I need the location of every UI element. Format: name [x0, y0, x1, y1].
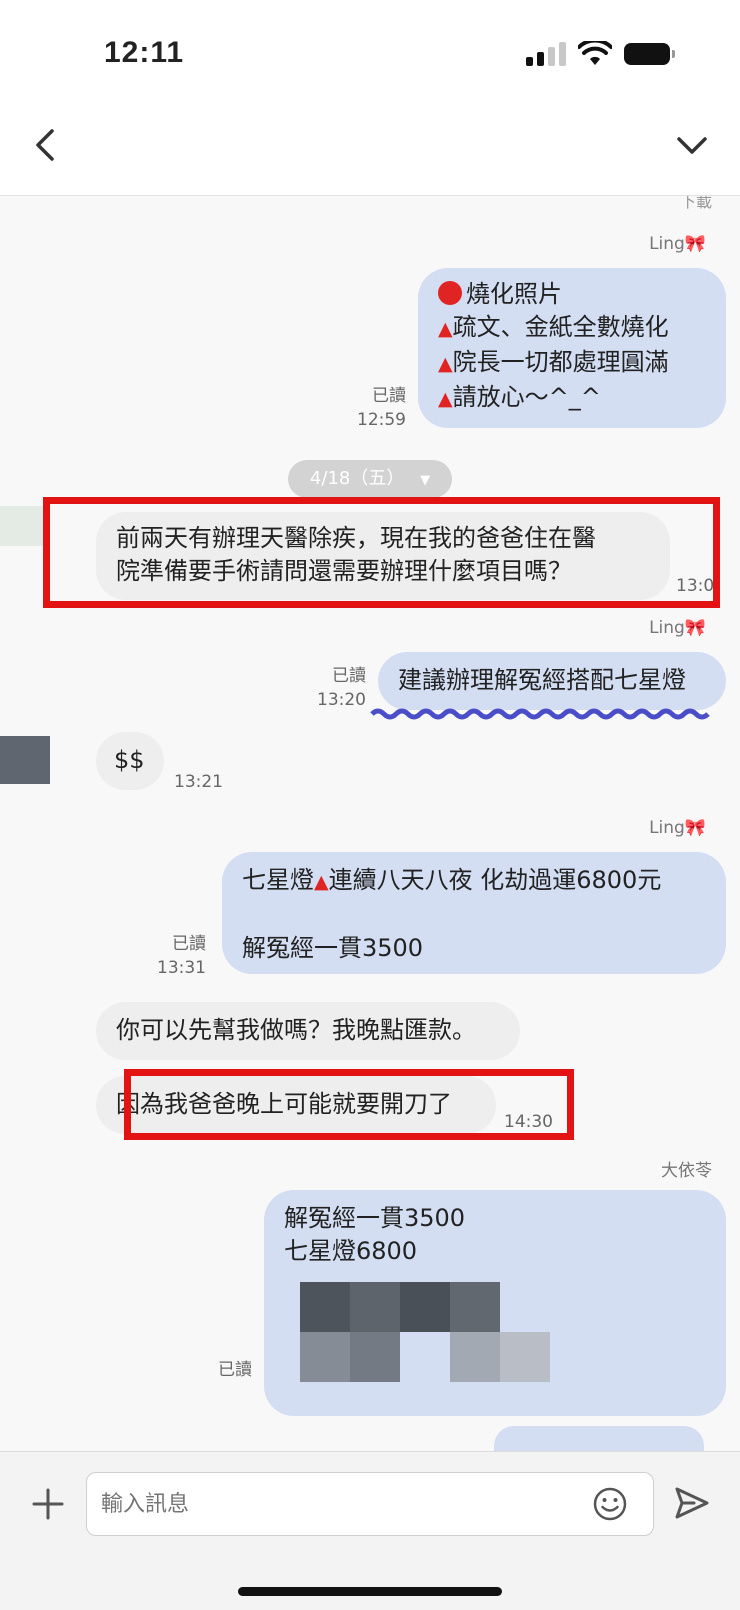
message-time: 13:21	[174, 772, 223, 792]
cellular-signal-icon	[526, 42, 566, 66]
highlight-box	[43, 497, 720, 608]
message-bubble-incoming[interactable]: 你可以先幫我做嗎？我晚點匯款。	[96, 1002, 520, 1060]
send-icon[interactable]	[674, 1486, 710, 1520]
red-triangle-icon: ▲	[438, 388, 453, 410]
sender-name: Ling🎀	[649, 618, 706, 638]
status-time: 12:11	[104, 36, 185, 69]
message-line: 燒化照片	[438, 278, 726, 311]
wavy-underline	[370, 708, 710, 720]
date-label: 4/18（五）	[309, 468, 405, 489]
message-line: ▲院長一切都處理圓滿	[438, 348, 669, 376]
message-bubble-outgoing[interactable]: 解冤經一貫3500 七星燈6800	[264, 1190, 726, 1416]
pixelated-image	[300, 1282, 550, 1382]
message-line: 解冤經一貫3500	[284, 1204, 466, 1232]
highlight-box	[124, 1069, 574, 1140]
plus-icon[interactable]	[32, 1488, 64, 1520]
message-line: ▲請放心～^_^	[438, 383, 601, 411]
chevron-down-icon[interactable]	[676, 134, 708, 156]
sender-name: Ling🎀	[649, 818, 706, 838]
read-receipt: 已讀	[372, 386, 406, 406]
message-input[interactable]	[86, 1472, 654, 1536]
read-receipt: 已讀	[172, 934, 206, 954]
message-bubble-outgoing[interactable]: 燒化照片 ▲疏文、金紙全數燒化 ▲院長一切都處理圓滿 ▲請放心～^_^	[418, 268, 726, 428]
status-icons	[526, 40, 675, 68]
battery-icon	[624, 43, 675, 65]
message-line: 七星燈▲連續八天八夜 化劫過運6800元	[242, 866, 662, 894]
chat-scroll-area[interactable]: 下載 Ling🎀 燒化照片 ▲疏文、金紙全數燒化 ▲院長一切都處理圓滿 ▲請放心…	[0, 196, 740, 1451]
message-line: $$	[114, 746, 145, 774]
cropped-avatar	[0, 736, 50, 784]
message-time: 13:31	[157, 958, 206, 978]
message-meta: 已讀 13:20	[300, 664, 366, 712]
chevron-down-icon: ▼	[420, 473, 431, 488]
message-line: ▲疏文、金紙全數燒化	[438, 313, 669, 341]
message-bubble-outgoing[interactable]: 建議辦理解冤經搭配七星燈	[378, 652, 726, 710]
message-line: 你可以先幫我做嗎？我晚點匯款。	[116, 1016, 476, 1044]
message-meta: 已讀 12:59	[340, 384, 406, 432]
home-indicator	[238, 1587, 502, 1596]
sender-name: Ling🎀	[649, 234, 706, 254]
red-circle-icon	[438, 281, 462, 305]
smiley-icon[interactable]	[592, 1486, 628, 1522]
sender-name: 大依苓	[661, 1161, 712, 1181]
message-bubble-outgoing[interactable]: 七星燈▲連續八天八夜 化劫過運6800元 解冤經一貫3500	[222, 852, 726, 974]
message-time: 12:59	[357, 410, 406, 430]
message-bubble-outgoing-partial	[494, 1426, 704, 1451]
date-separator-pill[interactable]: 4/18（五） ▼	[288, 460, 452, 498]
wifi-icon	[578, 41, 612, 65]
download-label-partial: 下載	[679, 196, 712, 211]
back-chevron-left-icon[interactable]	[32, 128, 58, 162]
message-bubble-incoming[interactable]: $$	[96, 732, 164, 790]
read-receipt: 已讀	[332, 666, 366, 686]
red-triangle-icon: ▲	[438, 353, 453, 375]
message-line: 建議辦理解冤經搭配七星燈	[398, 666, 686, 694]
message-line: 解冤經一貫3500	[242, 934, 424, 962]
message-line: 七星燈6800	[284, 1237, 418, 1265]
message-meta: 已讀 13:31	[140, 932, 206, 980]
message-time: 13:20	[317, 690, 366, 710]
read-receipt: 已讀	[218, 1360, 252, 1380]
red-triangle-icon: ▲	[438, 318, 453, 340]
red-triangle-icon: ▲	[314, 871, 329, 893]
